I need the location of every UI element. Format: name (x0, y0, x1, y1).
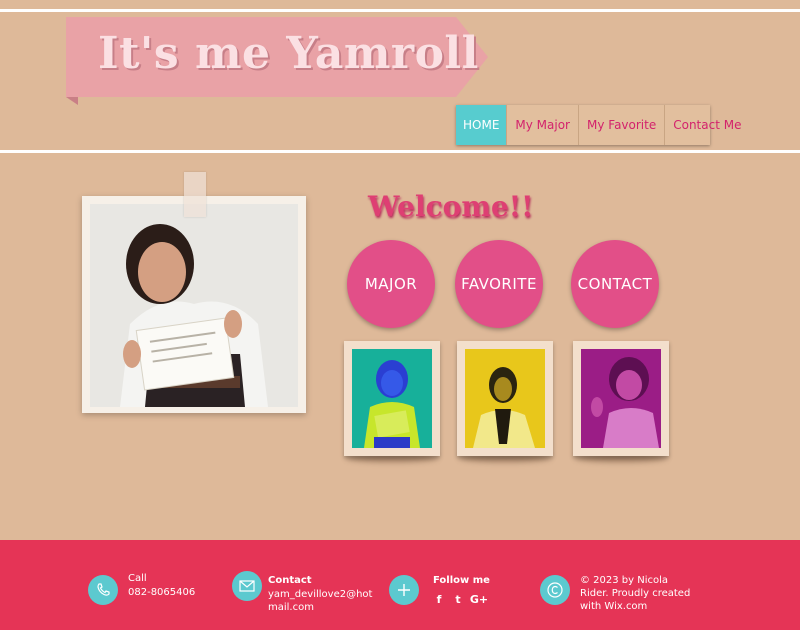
favorite-thumbnail-image (465, 349, 545, 448)
major-thumbnail[interactable] (344, 341, 440, 456)
facebook-icon[interactable]: f (433, 592, 445, 606)
favorite-thumbnail[interactable] (457, 341, 553, 456)
ribbon-fold (66, 97, 78, 105)
contact-email[interactable]: yam_devillove2@hotmail.com (268, 588, 382, 614)
copyright-icon (540, 575, 570, 605)
header-divider (0, 150, 800, 153)
nav-my-major[interactable]: My Major (507, 105, 579, 145)
profile-photo-frame (82, 196, 306, 413)
profile-photo-illustration (90, 204, 298, 407)
call-number: 082-8065406 (128, 587, 196, 598)
contact-thumbnail[interactable] (573, 341, 669, 456)
nav-contact-me[interactable]: Contact Me (665, 105, 749, 145)
favorite-circle-button[interactable]: FAVORITE (455, 240, 543, 328)
contact-thumbnail-illustration (581, 349, 661, 448)
contact-circle-button[interactable]: CONTACT (571, 240, 659, 328)
site-title[interactable]: It's me Yamroll (98, 28, 479, 79)
major-thumbnail-illustration (352, 349, 432, 448)
major-thumbnail-image (352, 349, 432, 448)
photo-tape (184, 172, 206, 217)
contact-label: Contact (268, 575, 312, 586)
major-circle-button[interactable]: MAJOR (347, 240, 435, 328)
plus-icon (389, 575, 419, 605)
google-plus-icon[interactable]: G+ (470, 592, 488, 606)
phone-icon (88, 575, 118, 605)
main-nav: HOME My Major My Favorite Contact Me (456, 105, 741, 145)
top-divider (0, 9, 800, 12)
follow-label: Follow me (433, 575, 490, 586)
twitter-icon[interactable]: t (452, 592, 464, 606)
social-links: f t G+ (433, 592, 489, 606)
contact-thumbnail-image (581, 349, 661, 448)
mail-icon (232, 571, 262, 601)
call-label: Call (128, 573, 147, 584)
welcome-heading: Welcome!! (368, 190, 534, 223)
favorite-thumbnail-illustration (465, 349, 545, 448)
profile-photo (90, 204, 298, 407)
nav-my-favorite[interactable]: My Favorite (579, 105, 666, 145)
copyright-text: © 2023 by Nicola Rider. Proudly created … (580, 575, 691, 612)
nav-home[interactable]: HOME (456, 105, 508, 145)
